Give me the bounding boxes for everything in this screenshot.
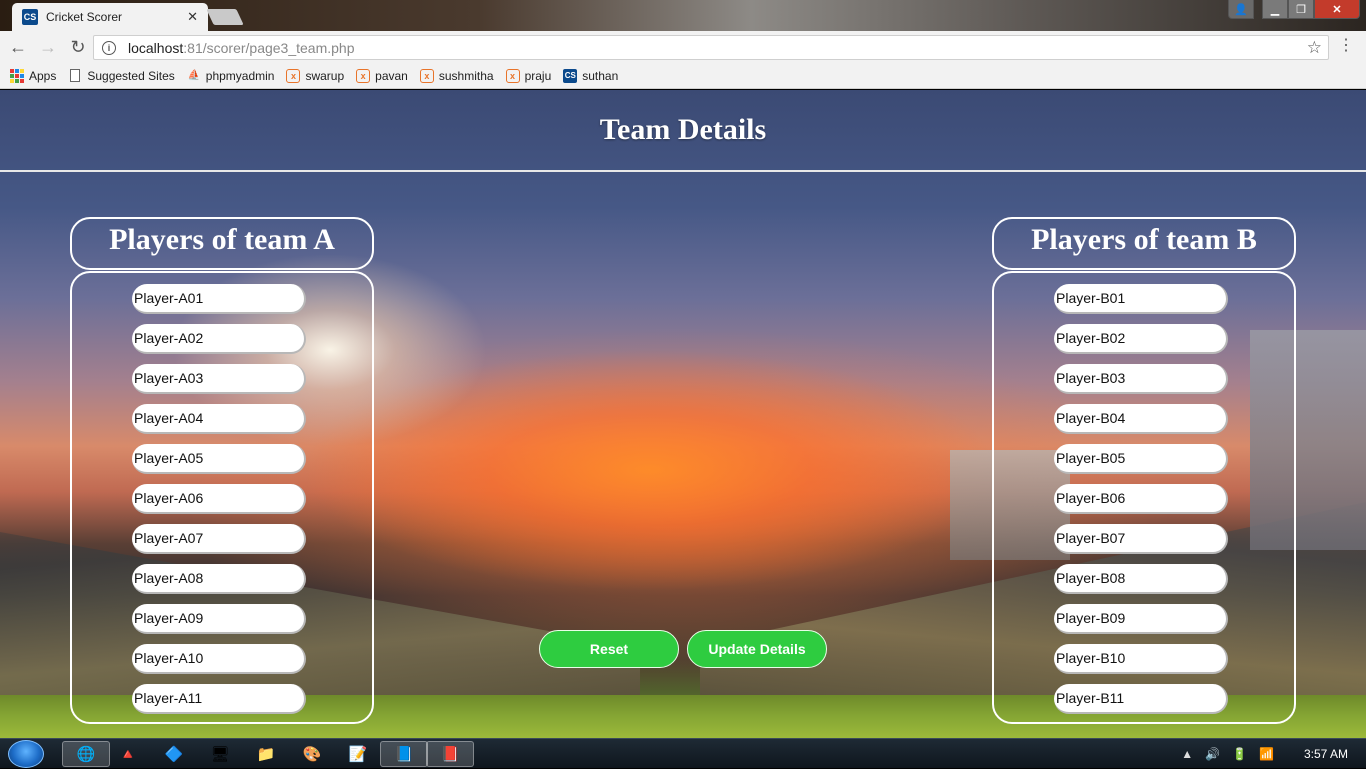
taskbar-chrome-icon[interactable]: 🌐 bbox=[62, 741, 110, 767]
apps-grid-icon bbox=[10, 68, 24, 83]
taskbar-app-icon[interactable]: 📕 bbox=[426, 741, 474, 767]
team-a-player-5-input[interactable] bbox=[132, 444, 306, 474]
new-tab-button[interactable] bbox=[206, 9, 244, 25]
browser-tab[interactable]: CS Cricket Scorer ✕ bbox=[12, 3, 208, 31]
back-arrow-icon[interactable]: ← bbox=[6, 35, 30, 59]
taskbar-app-icon[interactable]: 🔷 bbox=[150, 741, 198, 767]
system-tray: ▲ 🔊 🔋 📶 3:57 AM bbox=[1181, 739, 1356, 769]
update-details-button[interactable]: Update Details bbox=[687, 630, 827, 668]
url-path: :81/scorer/page3_team.php bbox=[183, 39, 355, 56]
bookmark-star-icon[interactable]: ☆ bbox=[1307, 38, 1322, 58]
bookmark-praju[interactable]: x praju bbox=[505, 68, 552, 83]
browser-menu-icon[interactable]: ⋮ bbox=[1338, 38, 1354, 54]
xampp-icon: x bbox=[356, 68, 371, 83]
team-b-player-8-input[interactable] bbox=[1054, 564, 1228, 594]
bookmarks-bar: Apps Suggested Sites ⛵ phpmyadmin x swar… bbox=[0, 63, 1366, 89]
team-a-players-panel bbox=[70, 271, 374, 724]
page-viewport: Team Details Players of team A Players o… bbox=[0, 90, 1366, 738]
tab-close-icon[interactable]: ✕ bbox=[187, 9, 198, 25]
cs-favicon-icon: CS bbox=[22, 9, 38, 25]
bookmark-swarup[interactable]: x swarup bbox=[286, 68, 345, 83]
team-a-player-9-input[interactable] bbox=[132, 604, 306, 634]
xampp-icon: x bbox=[505, 68, 520, 83]
xampp-icon: x bbox=[419, 68, 434, 83]
team-b-player-2-input[interactable] bbox=[1054, 324, 1228, 354]
team-a-player-7-input[interactable] bbox=[132, 524, 306, 554]
profile-icon[interactable]: 👤 bbox=[1228, 0, 1254, 19]
bookmark-apps[interactable]: Apps bbox=[10, 68, 57, 83]
minimize-button[interactable]: ▁ bbox=[1262, 0, 1288, 19]
xampp-icon: x bbox=[286, 68, 301, 83]
start-button[interactable] bbox=[8, 740, 44, 768]
browser-toolbar: ← → ↻ i localhost:81/scorer/page3_team.p… bbox=[0, 31, 1366, 63]
team-b-player-10-input[interactable] bbox=[1054, 644, 1228, 674]
team-a-player-6-input[interactable] bbox=[132, 484, 306, 514]
taskbar-app-icon[interactable]: 🖥 bbox=[196, 741, 244, 767]
page-header: Team Details bbox=[0, 90, 1366, 172]
team-b-heading: Players of team B bbox=[1031, 222, 1257, 256]
team-b-player-1-input[interactable] bbox=[1054, 284, 1228, 314]
tray-arrow-icon[interactable]: ▲ bbox=[1181, 747, 1193, 761]
team-a-player-3-input[interactable] bbox=[132, 364, 306, 394]
team-a-player-11-input[interactable] bbox=[132, 684, 306, 714]
team-a-player-10-input[interactable] bbox=[132, 644, 306, 674]
bookmark-suggested-sites[interactable]: Suggested Sites bbox=[68, 68, 175, 83]
cs-icon: CS bbox=[563, 68, 578, 83]
team-b-heading-box: Players of team B bbox=[992, 217, 1296, 270]
taskbar-explorer-icon[interactable]: 📁 bbox=[242, 741, 290, 767]
bookmark-label: sushmitha bbox=[438, 68, 494, 83]
team-a-heading-box: Players of team A bbox=[70, 217, 374, 270]
team-a-heading: Players of team A bbox=[109, 222, 335, 256]
bookmark-label: pavan bbox=[375, 68, 408, 83]
bookmark-pavan[interactable]: x pavan bbox=[356, 68, 408, 83]
phpmyadmin-icon: ⛵ bbox=[187, 70, 200, 81]
bookmark-label: suthan bbox=[582, 68, 619, 83]
taskbar-word-icon[interactable]: 📘 bbox=[380, 741, 428, 767]
bookmark-phpmyadmin[interactable]: ⛵ phpmyadmin bbox=[187, 69, 275, 83]
network-signal-icon[interactable]: 📶 bbox=[1259, 747, 1274, 761]
tab-title: Cricket Scorer bbox=[46, 10, 123, 24]
browser-tab-strip: CS Cricket Scorer ✕ 👤 ▁ ❐ ✕ bbox=[0, 0, 1366, 31]
team-b-player-7-input[interactable] bbox=[1054, 524, 1228, 554]
close-window-button[interactable]: ✕ bbox=[1314, 0, 1360, 19]
page-icon bbox=[68, 69, 82, 83]
forward-arrow-icon[interactable]: → bbox=[36, 35, 60, 59]
team-a-player-2-input[interactable] bbox=[132, 324, 306, 354]
bookmark-label: phpmyadmin bbox=[205, 68, 275, 83]
bookmark-label: swarup bbox=[305, 68, 345, 83]
team-a-player-1-input[interactable] bbox=[132, 284, 306, 314]
taskbar-notepad-icon[interactable]: 📝 bbox=[334, 741, 382, 767]
team-b-player-11-input[interactable] bbox=[1054, 684, 1228, 714]
power-icon[interactable]: 🔋 bbox=[1232, 747, 1247, 761]
site-info-icon[interactable]: i bbox=[102, 40, 116, 55]
taskbar-vlc-icon[interactable]: 🔺 bbox=[104, 741, 152, 767]
team-b-player-6-input[interactable] bbox=[1054, 484, 1228, 514]
clock[interactable]: 3:57 AM bbox=[1304, 747, 1348, 761]
taskbar: 🌐 🔺 🔷 🖥 📁 🎨 📝 📘 📕 ▲ 🔊 🔋 📶 3:57 AM bbox=[0, 738, 1366, 768]
team-a-player-4-input[interactable] bbox=[132, 404, 306, 434]
bookmark-suthan[interactable]: CS suthan bbox=[563, 68, 619, 83]
team-b-player-3-input[interactable] bbox=[1054, 364, 1228, 394]
url-host: localhost bbox=[128, 39, 184, 56]
team-b-player-9-input[interactable] bbox=[1054, 604, 1228, 634]
reset-button[interactable]: Reset bbox=[539, 630, 679, 668]
address-bar[interactable]: i localhost:81/scorer/page3_team.php ☆ bbox=[93, 35, 1329, 60]
page-title: Team Details bbox=[599, 113, 767, 146]
restore-button[interactable]: ❐ bbox=[1288, 0, 1314, 19]
bookmark-label: praju bbox=[524, 68, 552, 83]
team-b-players-panel bbox=[992, 271, 1296, 724]
team-b-player-4-input[interactable] bbox=[1054, 404, 1228, 434]
team-b-player-5-input[interactable] bbox=[1054, 444, 1228, 474]
bookmark-label: Apps bbox=[29, 68, 57, 83]
volume-icon[interactable]: 🔊 bbox=[1205, 747, 1220, 761]
team-a-player-8-input[interactable] bbox=[132, 564, 306, 594]
bookmark-sushmitha[interactable]: x sushmitha bbox=[419, 68, 494, 83]
bookmark-label: Suggested Sites bbox=[87, 68, 175, 83]
reload-icon[interactable]: ↻ bbox=[66, 35, 90, 59]
taskbar-app-icon[interactable]: 🎨 bbox=[288, 741, 336, 767]
